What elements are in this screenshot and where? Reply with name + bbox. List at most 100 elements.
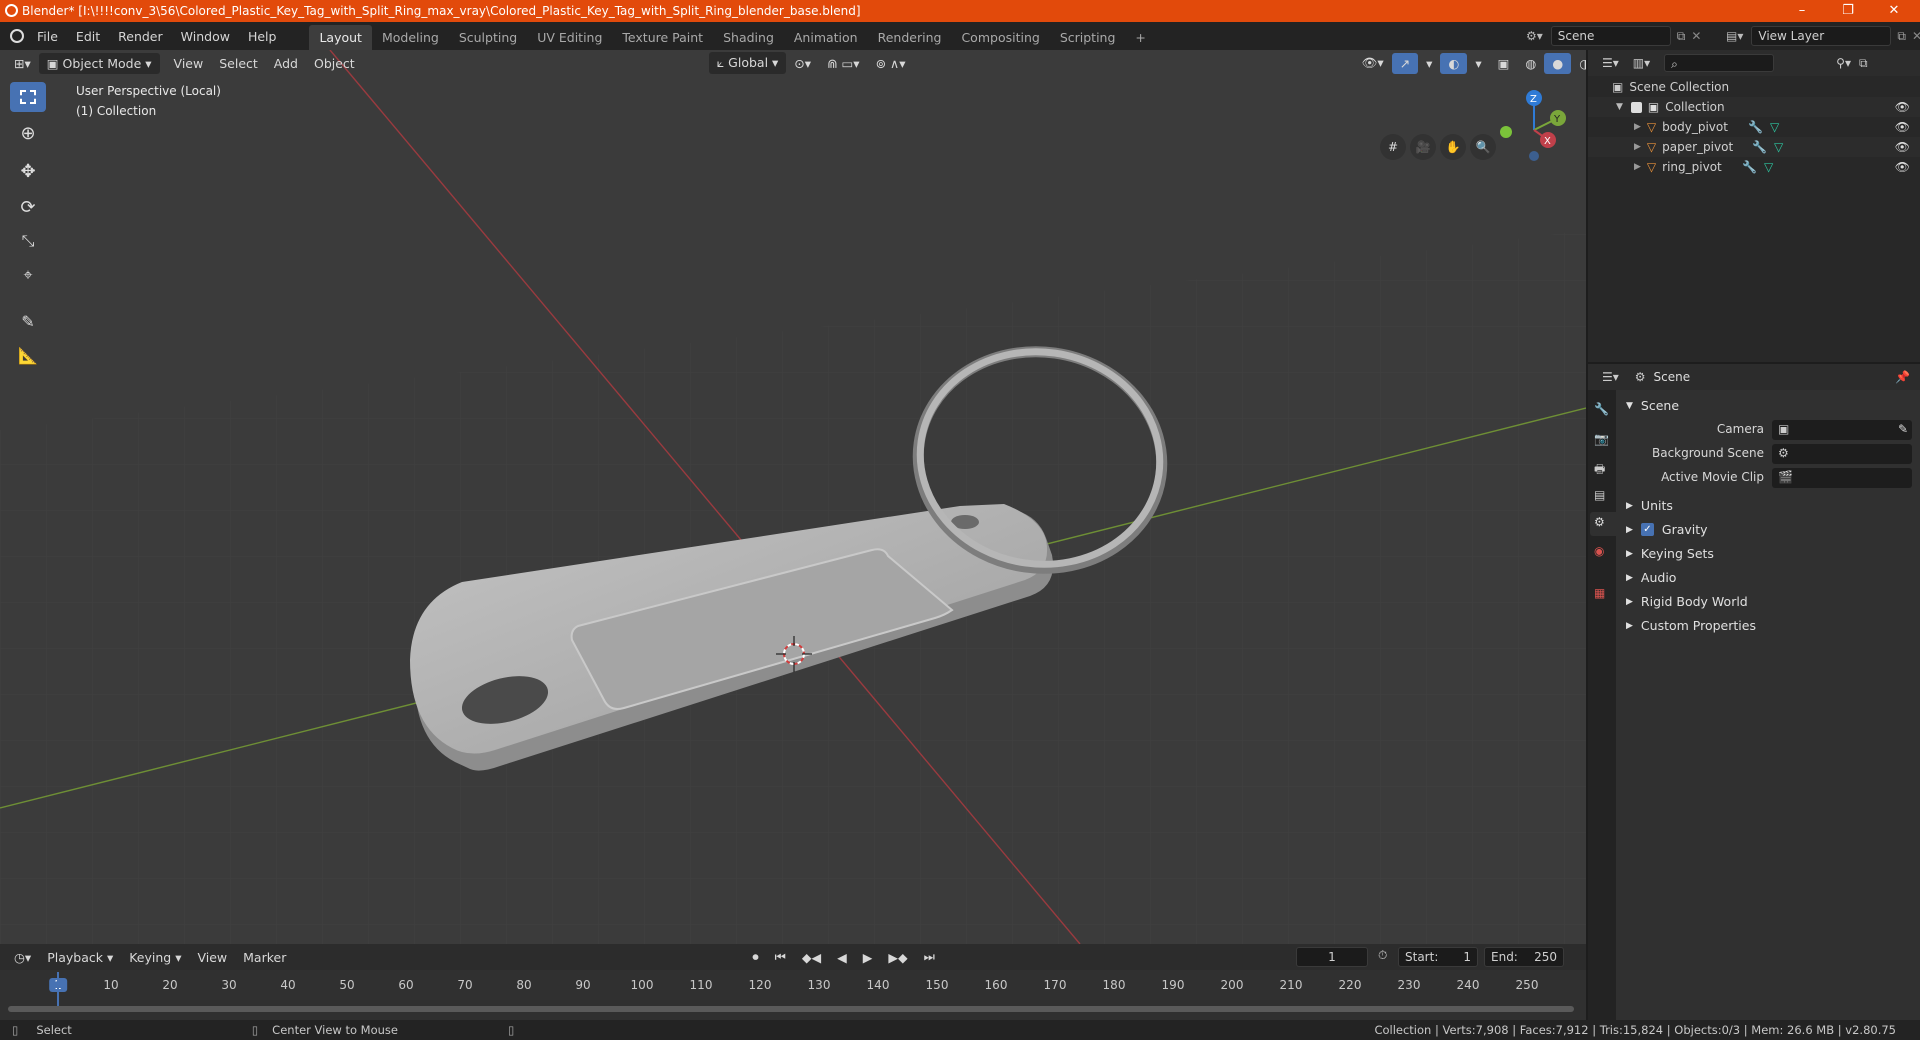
pivot-point-icon[interactable]: ⊙▾ [786, 53, 819, 74]
expand-icon[interactable]: ▶ [1634, 142, 1641, 152]
pan-view-button[interactable]: ✋ [1440, 134, 1466, 160]
gravity-panel-header[interactable]: ▶ ✓ Gravity [1626, 522, 1708, 537]
collection-checkbox[interactable] [1630, 101, 1642, 113]
background-scene-field[interactable]: ⚙ [1772, 444, 1912, 464]
menu-edit[interactable]: Edit [76, 29, 100, 44]
proportional-edit-icon[interactable]: ⊚ ∧▾ [868, 53, 914, 74]
outliner-row-scene-collection[interactable]: ▣ Scene Collection [1588, 77, 1920, 97]
pin-icon[interactable]: 📌 [1895, 370, 1910, 384]
3d-viewport[interactable]: ⊞▾ ▣ Object Mode ▾ View Select Add Objec… [0, 50, 1586, 944]
record-button[interactable]: ⏺ [744, 946, 766, 968]
output-tab-icon[interactable]: 🖶 [1594, 460, 1605, 481]
gizmo-dropdown-icon[interactable]: ▾ [1418, 53, 1440, 74]
properties-editor-icon[interactable]: ☰▾ [1602, 370, 1619, 384]
expand-icon[interactable]: ▶ [1634, 162, 1641, 172]
xray-icon[interactable]: ▣ [1490, 53, 1518, 74]
render-tab-icon[interactable]: 📷 [1594, 432, 1609, 446]
active-movie-clip-field[interactable]: 🎬 [1772, 468, 1912, 488]
texture-tab-icon[interactable]: ▦ [1594, 586, 1605, 600]
collection-visibility-icon[interactable]: 👁 [1895, 100, 1910, 114]
viewport-menu-object[interactable]: Object [306, 53, 363, 74]
tool-tab-icon[interactable]: 🔧 [1594, 402, 1609, 416]
menu-help[interactable]: Help [248, 29, 277, 44]
camera-field[interactable]: ▣ ✎ [1772, 420, 1912, 440]
outliner-search-input[interactable]: ⌕ [1664, 54, 1775, 72]
view-layer-field[interactable]: View Layer [1751, 26, 1892, 46]
timeline-editor-icon[interactable]: ◷▾ [6, 947, 39, 968]
outliner-row-collection[interactable]: ▼ ▣ Collection 👁 [1588, 97, 1920, 117]
scene-tab-icon[interactable]: ⚙ [1590, 512, 1616, 536]
maximize-button[interactable]: ❐ [1826, 0, 1870, 22]
rotate-tool[interactable]: ⟳ [10, 192, 46, 222]
overlay-dropdown-icon[interactable]: ▾ [1467, 53, 1489, 74]
timeline-view-menu[interactable]: View [189, 947, 235, 968]
measure-tool[interactable]: 📐 [10, 340, 46, 370]
delete-view-layer-icon[interactable]: ✕ [1912, 29, 1920, 43]
outliner-row-paper-pivot[interactable]: ▶ ▽ paper_pivot 🔧 ▽ 👁 [1588, 137, 1920, 157]
tab-scripting[interactable]: Scripting [1050, 25, 1126, 50]
marker-menu[interactable]: Marker [235, 947, 294, 968]
copy-scene-icon[interactable]: ⧉ [1677, 29, 1686, 44]
scene-selector[interactable]: ⚙▾ Scene ⧉ ✕ [1526, 26, 1701, 46]
eyedropper-icon[interactable]: ✎ [1898, 422, 1908, 436]
world-tab-icon[interactable]: ◉ [1594, 544, 1604, 558]
menu-file[interactable]: File [37, 29, 58, 44]
delete-scene-icon[interactable]: ✕ [1691, 29, 1701, 43]
annotate-tool[interactable]: ✎ [10, 306, 46, 336]
jump-end-button[interactable]: ⏭ [916, 946, 943, 968]
blender-menu-icon[interactable] [10, 29, 24, 43]
jump-start-button[interactable]: ⏮ [767, 946, 794, 968]
play-button[interactable]: ▶ [855, 947, 881, 968]
navigation-gizmo[interactable]: Z Y X [1490, 86, 1570, 166]
transform-tool[interactable]: ⌖ [10, 260, 46, 290]
audio-panel-header[interactable]: ▶ Audio [1626, 570, 1676, 585]
editor-type-icon[interactable]: ⊞▾ [6, 53, 39, 74]
outliner-editor-icon[interactable]: ☰▾ [1602, 56, 1619, 70]
wireframe-shading-icon[interactable]: ◍ [1517, 53, 1544, 74]
prev-keyframe-button[interactable]: ◆◀ [794, 947, 829, 968]
tab-animation[interactable]: Animation [784, 25, 868, 50]
expand-collection-icon[interactable]: ▼ [1616, 102, 1623, 112]
mode-dropdown[interactable]: ▣ Object Mode ▾ [38, 52, 160, 74]
viewport-menu-add[interactable]: Add [266, 53, 306, 74]
material-shading-icon[interactable]: ◑ [1571, 53, 1586, 74]
minimize-button[interactable]: – [1780, 0, 1824, 22]
scene-name-field[interactable]: Scene [1550, 26, 1671, 46]
scene-panel-header[interactable]: ▼ Scene [1626, 398, 1679, 413]
gravity-checkbox[interactable]: ✓ [1640, 523, 1654, 536]
tab-texture-paint[interactable]: Texture Paint [612, 25, 713, 50]
visibility-icon[interactable]: 👁▾ [1353, 52, 1391, 74]
tab-uv-editing[interactable]: UV Editing [527, 25, 612, 50]
filter-icon[interactable]: ⚲▾ [1836, 56, 1851, 70]
solid-shading-icon[interactable]: ● [1544, 52, 1572, 74]
rigid-body-world-panel-header[interactable]: ▶ Rigid Body World [1626, 594, 1748, 609]
outliner-row-ring-pivot[interactable]: ▶ ▽ ring_pivot 🔧 ▽ 👁 [1588, 157, 1920, 177]
snap-icon[interactable]: ⋒ ▭▾ [819, 53, 868, 74]
timeline-scrollbar[interactable] [8, 1006, 1574, 1012]
view-layer-tab-icon[interactable]: ▤ [1594, 488, 1605, 502]
visibility-icon[interactable]: 👁 [1895, 140, 1910, 154]
visibility-icon[interactable]: 👁 [1895, 160, 1910, 174]
move-tool[interactable]: ✥ [10, 156, 46, 186]
tab-sculpting[interactable]: Sculpting [449, 25, 527, 50]
tab-shading[interactable]: Shading [713, 25, 784, 50]
close-button[interactable]: ✕ [1872, 0, 1916, 22]
menu-window[interactable]: Window [181, 29, 230, 44]
menu-render[interactable]: Render [118, 29, 163, 44]
copy-view-layer-icon[interactable]: ⧉ [1897, 29, 1906, 44]
overlay-toggle-icon[interactable]: ◐ [1440, 52, 1468, 74]
start-frame-field[interactable]: Start: 1 [1398, 947, 1478, 967]
viewport-menu-select[interactable]: Select [211, 53, 266, 74]
units-panel-header[interactable]: ▶ Units [1626, 498, 1673, 513]
select-box-tool[interactable] [10, 82, 46, 112]
keying-menu[interactable]: Keying ▾ [121, 947, 189, 968]
orientation-dropdown[interactable]: ⟀ Global ▾ [708, 52, 787, 74]
play-reverse-button[interactable]: ◀ [829, 947, 855, 968]
view-layer-selector[interactable]: ▤▾ View Layer ⧉ ✕ [1726, 26, 1920, 46]
tab-modeling[interactable]: Modeling [372, 25, 449, 50]
cursor-tool[interactable]: ⊕ [10, 118, 46, 148]
display-mode-icon[interactable]: ▥▾ [1633, 56, 1650, 70]
playback-menu[interactable]: Playback ▾ [39, 947, 121, 968]
end-frame-field[interactable]: End: 250 [1484, 947, 1564, 967]
new-collection-icon[interactable]: ⧉ [1859, 56, 1868, 71]
